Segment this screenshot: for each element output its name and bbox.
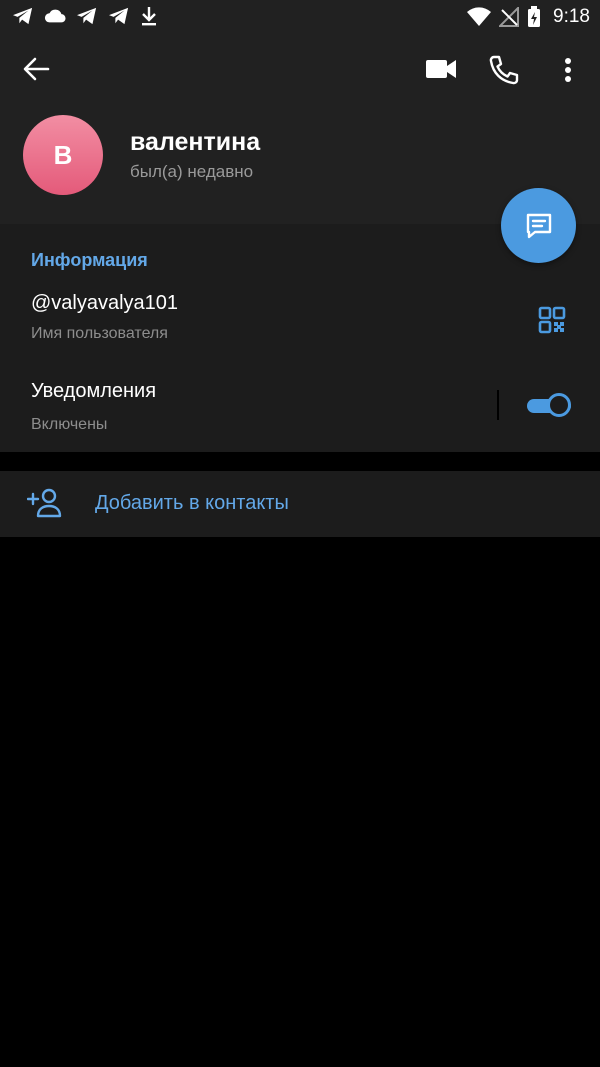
- cloud-icon: [44, 9, 66, 23]
- telegram-icon: [13, 7, 33, 25]
- more-vert-icon[interactable]: [556, 54, 580, 86]
- toggle-knob: [547, 393, 571, 417]
- last-seen-status: был(а) недавно: [130, 162, 254, 181]
- add-to-contacts-label: Добавить в контакты: [95, 492, 289, 514]
- no-signal-icon: [499, 7, 520, 27]
- notifications-title[interactable]: Уведомления: [31, 380, 156, 403]
- send-message-button[interactable]: [501, 188, 576, 263]
- add-to-contacts-row[interactable]: Добавить в контакты: [0, 471, 600, 537]
- telegram-icon: [109, 7, 129, 25]
- add-person-icon: [27, 488, 62, 518]
- profile-header: В валентина был(а) недавно: [0, 34, 600, 224]
- battery-charging-icon: [528, 6, 541, 27]
- system-icons: 9:18: [467, 6, 590, 28]
- info-section-title: Информация: [31, 250, 148, 270]
- phone-icon[interactable]: [488, 54, 520, 86]
- notification-icons: [12, 6, 158, 26]
- download-icon: [142, 7, 156, 26]
- notifications-toggle[interactable]: [527, 393, 573, 419]
- wifi-icon: [467, 7, 492, 27]
- toggle-divider: [497, 390, 499, 420]
- status-bar: 9:18: [0, 0, 600, 34]
- notifications-state: Включены: [31, 416, 108, 433]
- info-section: Информация @valyavalya101 Имя пользовате…: [0, 224, 600, 452]
- message-icon: [526, 213, 551, 238]
- username-label: Имя пользователя: [31, 325, 168, 342]
- video-camera-icon[interactable]: [424, 56, 458, 82]
- qr-code-icon[interactable]: [538, 306, 566, 334]
- clock: 9:18: [553, 6, 590, 27]
- username-value[interactable]: @valyavalya101: [31, 292, 178, 315]
- back-arrow-icon[interactable]: [18, 54, 54, 84]
- telegram-icon: [77, 7, 97, 25]
- avatar[interactable]: В: [23, 115, 103, 195]
- contact-name: валентина: [130, 128, 261, 156]
